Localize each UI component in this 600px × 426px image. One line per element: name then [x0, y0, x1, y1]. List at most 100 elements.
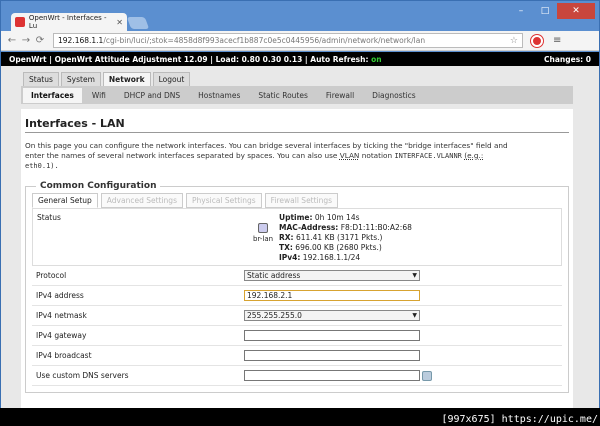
maximize-icon[interactable]: □ — [533, 3, 557, 19]
add-entry-icon[interactable] — [422, 370, 432, 381]
openwrt-favicon-icon — [15, 17, 25, 27]
close-tab-icon[interactable]: ✕ — [116, 18, 123, 27]
interface-info: Uptime: 0h 10m 14s MAC-Address: F8:D1:11… — [279, 213, 412, 263]
dns-label: Use custom DNS servers — [36, 371, 129, 380]
uptime-key: Uptime: — [279, 213, 313, 222]
protocol-value: Static address — [247, 271, 301, 280]
subtab-diagnostics[interactable]: Diagnostics — [364, 88, 424, 103]
browser-window: OpenWrt - Interfaces - Lu ✕ – □ ✕ ← → ⟳ … — [0, 0, 600, 408]
uptime-value: 0h 10m 14s — [314, 213, 360, 222]
subtab-static-routes[interactable]: Static Routes — [250, 88, 316, 103]
openwrt-page: OpenWrt | OpenWrt Attitude Adjustment 12… — [1, 52, 599, 408]
protocol-label: Protocol — [36, 271, 67, 280]
tab-advanced-settings[interactable]: Advanced Settings — [100, 193, 183, 208]
dns-input[interactable] — [244, 370, 420, 381]
bookmark-star-icon[interactable]: ☆ — [510, 36, 518, 46]
page-title: Interfaces - LAN — [25, 113, 569, 133]
network-interface-icon — [258, 223, 269, 233]
tab-general-setup[interactable]: General Setup — [32, 193, 98, 208]
tab-network[interactable]: Network — [102, 72, 151, 86]
mac-value: F8:D1:11:B0:A2:68 — [340, 223, 412, 232]
vlan-abbr: VLAN — [339, 151, 360, 160]
protocol-select[interactable]: Static address ▼ — [244, 270, 420, 281]
subtab-dhcp-dns[interactable]: DHCP and DNS — [116, 88, 188, 103]
menu-icon[interactable]: ≡ — [553, 35, 561, 46]
subtab-wifi[interactable]: Wifi — [84, 88, 114, 103]
tab-physical-settings[interactable]: Physical Settings — [185, 193, 262, 208]
dns-row: Use custom DNS servers — [32, 366, 562, 386]
sub-menu: Interfaces Wifi DHCP and DNS Hostnames S… — [21, 86, 573, 104]
tab-status[interactable]: Status — [23, 72, 59, 86]
title-bar: OpenWrt - Interfaces - Lu ✕ – □ ✕ — [1, 1, 599, 31]
address-bar[interactable]: 192.168.1.1 /cgi-bin/luci/;stok=4858d8f9… — [53, 33, 523, 48]
chevron-down-icon: ▼ — [412, 272, 417, 279]
main-menu: Status System Network Logout — [1, 66, 599, 86]
new-tab-button[interactable] — [126, 17, 150, 29]
chevron-down-icon: ▼ — [412, 312, 417, 319]
status-label: Status — [37, 213, 61, 222]
tab-title: OpenWrt - Interfaces - Lu — [28, 14, 107, 30]
tx-key: TX: — [279, 243, 293, 252]
protocol-row: Protocol Static address ▼ — [32, 266, 562, 286]
common-configuration: Common Configuration General Setup Advan… — [25, 181, 569, 393]
firmware-version: OpenWrt Attitude Adjustment 12.09 — [54, 54, 208, 64]
url-host: 192.168.1.1 — [58, 36, 104, 45]
gateway-row: IPv4 gateway — [32, 326, 562, 346]
rx-value: 611.41 KB (3171 Pkts.) — [295, 233, 383, 242]
browser-toolbar: ← → ⟳ 192.168.1.1 /cgi-bin/luci/;stok=48… — [1, 31, 599, 51]
description-notation: notation — [359, 151, 395, 160]
netmask-label: IPv4 netmask — [36, 311, 87, 320]
autorefresh-toggle[interactable]: on — [371, 55, 382, 64]
notation-code: INTERFACE.VLANNR — [394, 152, 462, 160]
config-tabs: General Setup Advanced Settings Physical… — [32, 193, 562, 208]
status-box: Status br-lan Uptime: 0h 10m 14s MAC-Add… — [32, 208, 562, 266]
description-line-1: On this page you can configure the netwo… — [25, 141, 508, 150]
tab-firewall-settings[interactable]: Firewall Settings — [264, 193, 339, 208]
subtab-interfaces[interactable]: Interfaces — [23, 87, 82, 103]
ipv4-value: 192.168.1.1/24 — [302, 253, 361, 262]
interface-badge: br-lan — [253, 223, 273, 243]
status-bar: OpenWrt | OpenWrt Attitude Adjustment 12… — [1, 52, 599, 66]
autorefresh-label: Auto Refresh: — [310, 54, 369, 64]
ipv4-key: IPv4: — [279, 253, 301, 262]
mac-key: MAC-Address: — [279, 223, 339, 232]
description-line-2: enter the names of several network inter… — [25, 151, 340, 160]
forward-icon[interactable]: → — [19, 35, 33, 46]
netmask-row: IPv4 netmask 255.255.255.0 ▼ — [32, 306, 562, 326]
eg-abbr: (e.g.: — [464, 151, 484, 160]
changes-count[interactable]: Changes: 0 — [544, 55, 591, 64]
gateway-label: IPv4 gateway — [36, 331, 87, 340]
tx-value: 696.00 KB (2680 Pkts.) — [295, 243, 382, 252]
tab-system[interactable]: System — [60, 72, 101, 86]
section-legend: Common Configuration — [40, 181, 157, 191]
description-example: eth0.1). — [25, 162, 59, 170]
main-content: Interfaces - LAN On this page you can co… — [21, 109, 573, 408]
ipv4-address-label: IPv4 address — [36, 291, 84, 300]
back-icon[interactable]: ← — [5, 35, 19, 46]
minimize-icon[interactable]: – — [509, 3, 533, 19]
ipv4-address-row: IPv4 address 192.168.2.1 — [32, 286, 562, 306]
gateway-input[interactable] — [244, 330, 420, 341]
extension-icon[interactable] — [531, 34, 543, 47]
hostname: OpenWrt — [9, 54, 47, 64]
browser-tab[interactable]: OpenWrt - Interfaces - Lu ✕ — [11, 13, 127, 31]
url-path: /cgi-bin/luci/;stok=4858d8f993acecf1b887… — [103, 36, 426, 45]
reload-icon[interactable]: ⟳ — [33, 35, 47, 46]
netmask-value: 255.255.255.0 — [247, 311, 302, 320]
close-window-icon[interactable]: ✕ — [557, 3, 595, 19]
load-average: Load: 0.80 0.30 0.13 — [215, 54, 303, 64]
window-controls: – □ ✕ — [509, 3, 595, 19]
ipv4-address-input[interactable]: 192.168.2.1 — [244, 290, 420, 301]
page-description: On this page you can configure the netwo… — [25, 141, 569, 171]
tab-logout[interactable]: Logout — [152, 72, 191, 86]
broadcast-input[interactable] — [244, 350, 420, 361]
subtab-firewall[interactable]: Firewall — [318, 88, 362, 103]
rx-key: RX: — [279, 233, 294, 242]
ipv4-address-value: 192.168.2.1 — [247, 291, 293, 300]
subtab-hostnames[interactable]: Hostnames — [190, 88, 248, 103]
netmask-select[interactable]: 255.255.255.0 ▼ — [244, 310, 420, 321]
watermark: [997x675] https://upic.me/ — [441, 414, 598, 425]
broadcast-row: IPv4 broadcast — [32, 346, 562, 366]
interface-name: br-lan — [253, 235, 274, 243]
broadcast-label: IPv4 broadcast — [36, 351, 92, 360]
